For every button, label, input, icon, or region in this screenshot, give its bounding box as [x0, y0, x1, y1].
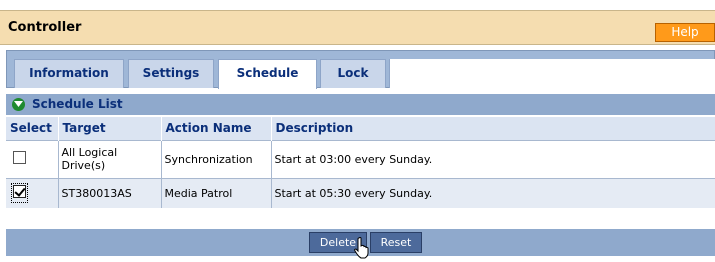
- table-row: ST380013AS Media Patrol Start at 05:30 e…: [6, 177, 715, 208]
- collapse-arrow-icon[interactable]: [12, 98, 25, 111]
- select-cell: [6, 139, 59, 178]
- row-checkbox[interactable]: [13, 151, 26, 164]
- table-header-row: Select Target Action Name Description: [6, 117, 715, 140]
- tab-settings[interactable]: Settings: [128, 59, 214, 88]
- help-button[interactable]: Help: [655, 23, 715, 42]
- row-checkbox[interactable]: [13, 185, 26, 199]
- page-title: Controller: [8, 20, 82, 35]
- schedule-table: Select Target Action Name Description Al…: [6, 117, 715, 208]
- select-cell: [6, 177, 59, 208]
- tab-strip: Information Settings Schedule Lock: [6, 50, 715, 89]
- column-header-action-name: Action Name: [161, 117, 272, 140]
- tab-strip-filler: [389, 59, 715, 88]
- controller-panel: Controller Help Information Settings Sch…: [0, 0, 715, 262]
- action-cell: Media Patrol: [161, 177, 272, 208]
- column-header-description: Description: [271, 117, 715, 140]
- table-row: All Logical Drive(s) Synchronization Sta…: [6, 139, 715, 178]
- tab-lock[interactable]: Lock: [320, 59, 386, 88]
- section-bar: Schedule List: [6, 94, 715, 115]
- column-header-select: Select: [6, 117, 59, 140]
- content-area: Information Settings Schedule Lock Sched…: [0, 46, 715, 262]
- target-cell: ST380013AS: [58, 177, 162, 208]
- action-cell: Synchronization: [161, 139, 272, 178]
- description-cell: Start at 05:30 every Sunday.: [271, 177, 715, 208]
- tab-information[interactable]: Information: [14, 59, 124, 88]
- tab-schedule[interactable]: Schedule: [218, 59, 317, 89]
- description-cell: Start at 03:00 every Sunday.: [271, 139, 715, 178]
- checkbox-focus-ring: [11, 183, 28, 204]
- column-header-target: Target: [58, 117, 162, 140]
- hand-cursor-icon: [354, 237, 369, 259]
- reset-button[interactable]: Reset: [370, 232, 422, 253]
- target-cell: All Logical Drive(s): [58, 139, 162, 178]
- section-title: Schedule List: [32, 97, 123, 111]
- panel-header: Controller Help: [0, 10, 715, 45]
